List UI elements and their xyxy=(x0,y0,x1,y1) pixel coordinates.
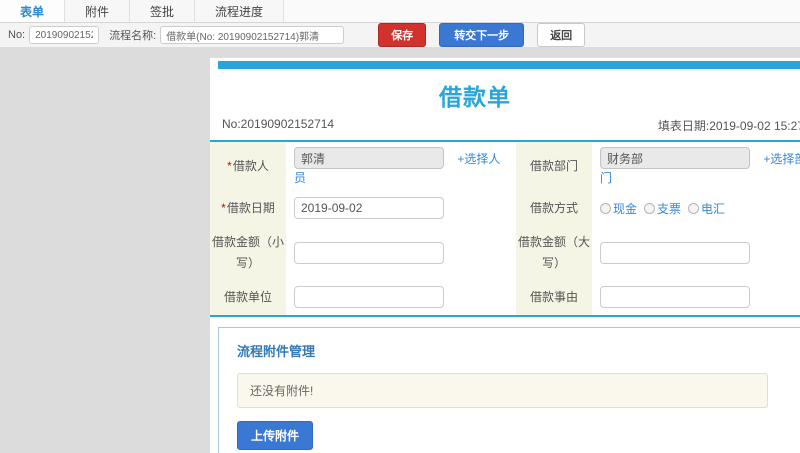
tab-approval[interactable]: 签批 xyxy=(130,0,196,22)
amount-small-field[interactable] xyxy=(294,241,444,264)
upload-attachment-button[interactable]: 上传附件 xyxy=(237,420,314,450)
attachments-title: 流程附件管理 xyxy=(237,343,316,359)
next-step-button[interactable]: 转交下一步 xyxy=(439,23,525,47)
radio-icon xyxy=(688,202,700,214)
attachments-section: 流程附件管理 还没有附件! 上传附件 xyxy=(218,326,800,453)
divider-bottom xyxy=(210,314,800,317)
doc-number: No:20190902152714 xyxy=(222,117,335,131)
loan-reason-field[interactable] xyxy=(600,286,750,309)
radio-icon xyxy=(600,202,611,214)
radio-label: 现金 xyxy=(613,201,638,216)
fill-date: 填表日期:2019-09-02 15:27:1 xyxy=(657,119,800,133)
loan-unit-label: 借款单位 xyxy=(210,280,286,315)
loan-method-label: 借款方式 xyxy=(516,191,592,226)
form-title: 借款单 xyxy=(439,84,511,110)
borrower-field[interactable] xyxy=(294,147,444,169)
tab-form[interactable]: 表单 xyxy=(0,0,66,22)
meta-row: No:20190902152714 填表日期:2019-09-02 15:27:… xyxy=(210,114,800,140)
department-field[interactable] xyxy=(600,147,750,169)
radio-icon xyxy=(644,202,656,214)
no-label: No: xyxy=(8,29,26,41)
loan-method-radio[interactable]: 支票 xyxy=(644,200,681,217)
department-label: 借款部门 xyxy=(516,142,592,191)
loan-method-options: 现金 支票 电汇 xyxy=(600,200,732,217)
loan-unit-field[interactable] xyxy=(294,286,444,309)
page-background: 借款单 No:20190902152714 填表日期:2019-09-02 15… xyxy=(0,48,800,453)
table-row: 借款单位 借款事由 xyxy=(210,280,800,315)
table-row: *借款人 +选择人员 借款部门 +选择部门 xyxy=(210,142,800,191)
borrower-label: *借款人 xyxy=(210,142,286,191)
radio-label: 电汇 xyxy=(701,201,726,216)
loan-date-label: *借款日期 xyxy=(210,191,286,226)
required-asterisk: * xyxy=(221,201,226,215)
loan-method-radio[interactable]: 现金 xyxy=(600,200,637,217)
loan-form-table: *借款人 +选择人员 借款部门 +选择部门 *借款日期 借款方式 现金支 xyxy=(210,142,800,315)
back-button[interactable]: 返回 xyxy=(537,23,586,47)
amount-big-field[interactable] xyxy=(600,241,750,264)
amount-small-label: 借款金额（小写） xyxy=(210,225,286,281)
command-bar: No: 流程名称: 保存 转交下一步 返回 xyxy=(0,23,800,48)
loan-method-radio[interactable]: 电汇 xyxy=(688,200,725,217)
table-row: 借款金额（小写） 借款金额（大写） xyxy=(210,225,800,281)
loan-date-field[interactable] xyxy=(294,197,444,220)
no-input[interactable] xyxy=(29,26,100,44)
save-button[interactable]: 保存 xyxy=(378,23,427,47)
table-row: *借款日期 借款方式 现金 支票 电汇 xyxy=(210,191,800,226)
top-accent-bar xyxy=(218,61,800,69)
no-attachments-message: 还没有附件! xyxy=(237,372,768,408)
process-name-label: 流程名称: xyxy=(109,30,157,42)
process-name-input[interactable] xyxy=(160,26,345,44)
tab-process-progress[interactable]: 流程进度 xyxy=(195,0,285,22)
loan-reason-label: 借款事由 xyxy=(516,280,592,315)
tab-bar: 表单 附件 签批 流程进度 xyxy=(0,0,800,23)
radio-label: 支票 xyxy=(657,201,682,216)
required-asterisk: * xyxy=(227,159,232,174)
form-panel: 借款单 No:20190902152714 填表日期:2019-09-02 15… xyxy=(210,57,800,453)
tab-attachments[interactable]: 附件 xyxy=(65,0,131,22)
amount-big-label: 借款金额（大写） xyxy=(516,225,592,281)
